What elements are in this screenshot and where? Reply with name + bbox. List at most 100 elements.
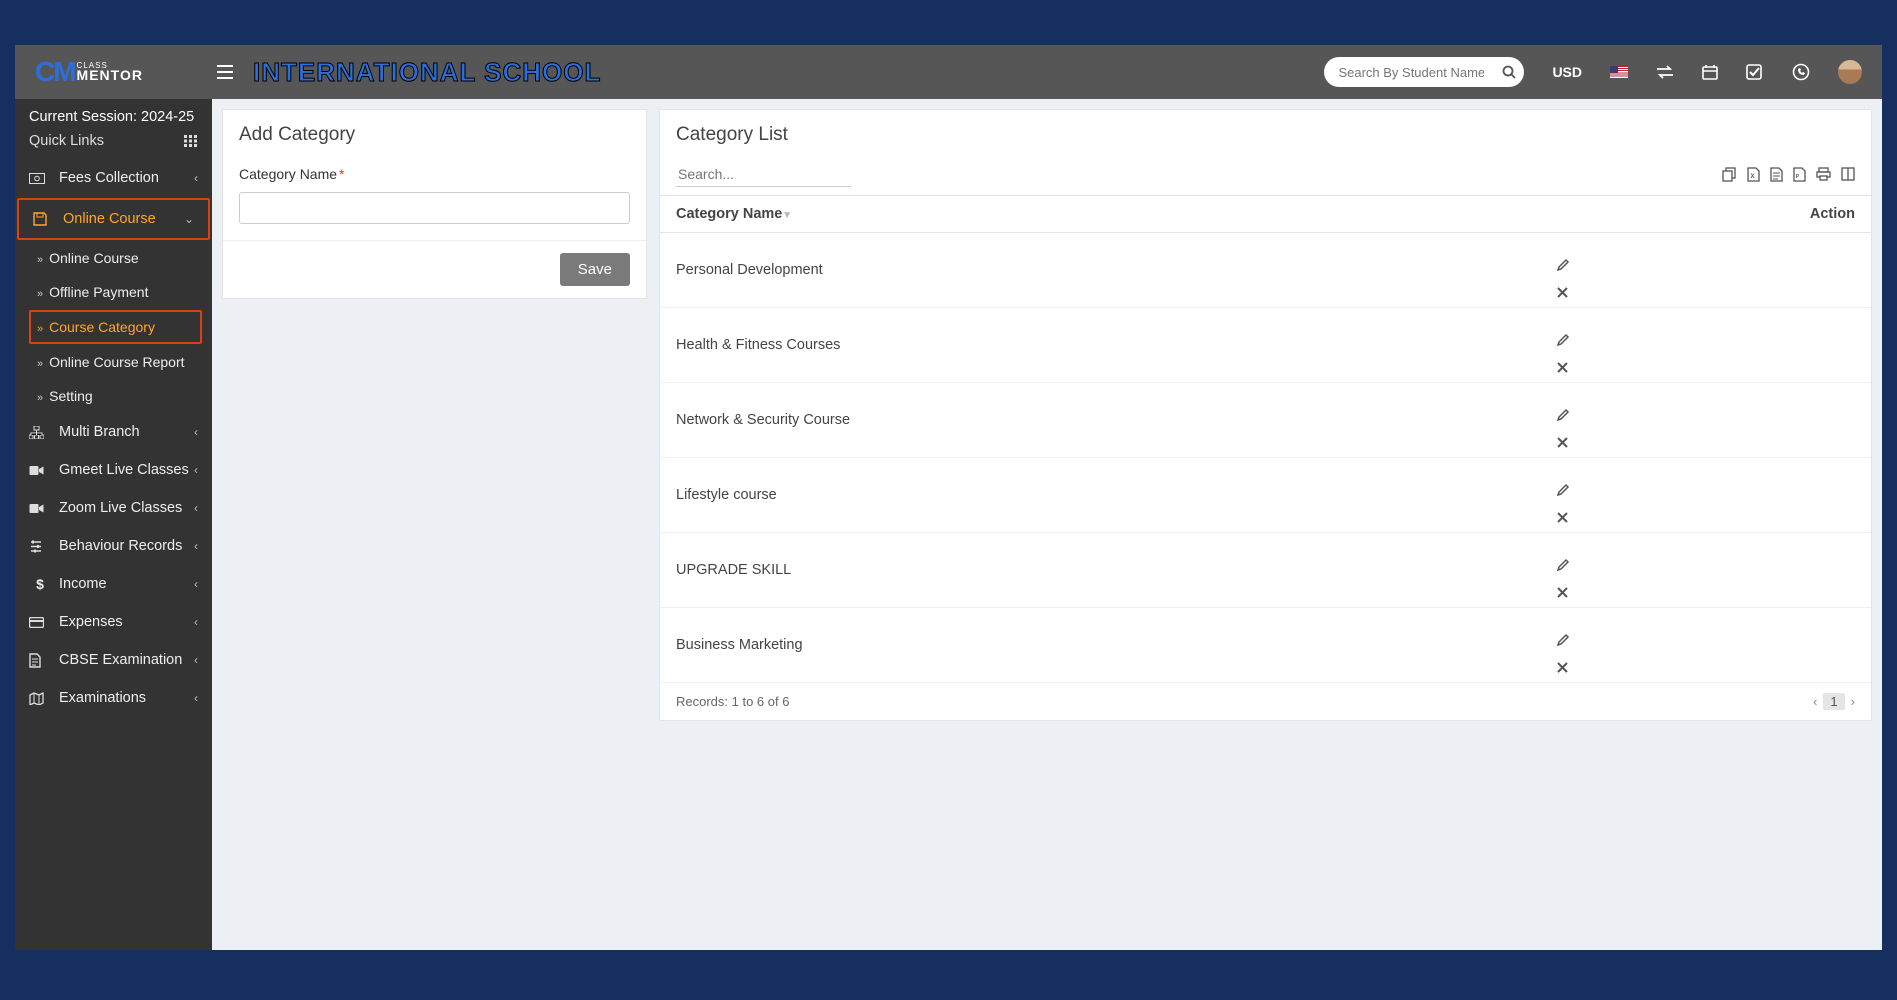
page-next[interactable]: › [1851,694,1855,709]
chevron-left-icon: ‹ [194,653,198,667]
cell-actions [1541,458,1871,533]
school-title: INTERNATIONAL SCHOOL [253,57,601,88]
page-prev[interactable]: ‹ [1813,694,1817,709]
nav-sub-setting[interactable]: »Setting [15,379,212,413]
delete-icon[interactable] [1557,437,1855,448]
nav-label: Online Course [63,211,156,227]
nav-sub-course-category[interactable]: »Course Category [29,310,202,344]
card-icon [29,617,51,628]
chevron-left-icon: ‹ [194,539,198,553]
chevron-down-icon: ⌄ [184,212,194,226]
nav-cbse-exam[interactable]: CBSE Examination ‹ [15,641,212,679]
menu-toggle-icon[interactable] [217,65,233,79]
cell-category-name: Personal Development [660,233,1541,308]
edit-icon[interactable] [1557,258,1855,271]
nav-behaviour-records[interactable]: Behaviour Records ‹ [15,527,212,565]
panel-title: Add Category [223,110,646,156]
nav-label: Gmeet Live Classes [59,462,189,478]
edit-icon[interactable] [1557,558,1855,571]
map-icon [29,692,51,705]
swap-icon[interactable] [1656,65,1674,79]
logo[interactable]: CM CLASSMENTOR [15,45,212,99]
sitemap-icon [29,426,51,439]
pagination: ‹ 1 › [1813,693,1855,710]
user-avatar[interactable] [1838,60,1862,84]
edit-icon[interactable] [1557,408,1855,421]
export-excel-icon[interactable]: X [1747,167,1760,182]
chevron-left-icon: ‹ [194,691,198,705]
nav-label: Examinations [59,690,146,706]
floppy-icon [33,212,55,226]
student-search [1324,57,1524,87]
cell-actions [1541,533,1871,608]
chevron-left-icon: ‹ [194,463,198,477]
edit-icon[interactable] [1557,633,1855,646]
nav-sub-online-course[interactable]: »Online Course [15,241,212,275]
nav-online-course[interactable]: Online Course ⌄ [17,198,210,240]
table-row: Lifestyle course [660,458,1871,533]
nav-expenses[interactable]: Expenses ‹ [15,603,212,641]
delete-icon[interactable] [1557,287,1855,298]
quick-links-label[interactable]: Quick Links [29,133,104,149]
nav-multi-branch[interactable]: Multi Branch ‹ [15,413,212,451]
cell-category-name: Network & Security Course [660,383,1541,458]
table-row: Business Marketing [660,608,1871,683]
dollar-icon: $ [29,576,51,592]
student-search-input[interactable] [1324,57,1524,87]
save-button[interactable]: Save [560,253,630,286]
cell-category-name: UPGRADE SKILL [660,533,1541,608]
check-icon[interactable] [1746,64,1764,80]
video-icon [29,503,51,514]
print-icon[interactable] [1816,167,1831,182]
edit-icon[interactable] [1557,333,1855,346]
calendar-icon[interactable] [1702,64,1718,80]
nav-label: Multi Branch [59,424,140,440]
nav-sub-online-course-report[interactable]: »Online Course Report [15,345,212,379]
currency-selector[interactable]: USD [1552,64,1582,80]
nav-zoom-live[interactable]: Zoom Live Classes ‹ [15,489,212,527]
export-csv-icon[interactable] [1770,167,1783,182]
search-icon[interactable] [1502,65,1516,79]
nav-label: Behaviour Records [59,538,182,554]
delete-icon[interactable] [1557,587,1855,598]
col-category-name[interactable]: Category Name▾ [660,196,1541,233]
svg-text:P: P [1796,174,1800,180]
delete-icon[interactable] [1557,512,1855,523]
file-icon [29,653,51,668]
main-content: Add Category Category Name* Save Categor… [212,99,1882,950]
double-chevron-icon: » [37,254,43,266]
delete-icon[interactable] [1557,362,1855,373]
category-name-input[interactable] [239,192,630,224]
nav-gmeet-live[interactable]: Gmeet Live Classes ‹ [15,451,212,489]
export-pdf-icon[interactable]: P [1793,167,1806,182]
page-current[interactable]: 1 [1823,693,1844,710]
nav-sub-offline-payment[interactable]: »Offline Payment [15,275,212,309]
cell-actions [1541,383,1871,458]
grid-icon[interactable] [184,135,198,147]
language-flag-icon[interactable] [1610,66,1628,78]
cell-actions [1541,608,1871,683]
whatsapp-icon[interactable] [1792,63,1810,81]
col-action: Action [1541,196,1871,233]
double-chevron-icon: » [37,323,43,335]
cell-category-name: Health & Fitness Courses [660,308,1541,383]
topbar: CM CLASSMENTOR INTERNATIONAL SCHOOL USD [15,45,1882,99]
delete-icon[interactable] [1557,662,1855,673]
nav-income[interactable]: $ Income ‹ [15,565,212,603]
nav-fees-collection[interactable]: Fees Collection ‹ [15,159,212,197]
sidebar: Current Session: 2024-25 Quick Links Fee… [15,99,212,950]
video-icon [29,465,51,476]
copy-icon[interactable] [1722,167,1737,182]
columns-icon[interactable] [1841,167,1855,182]
category-name-label: Category Name* [239,166,345,182]
table-search-input[interactable] [676,162,851,187]
add-category-panel: Add Category Category Name* Save [222,109,647,299]
cell-actions [1541,308,1871,383]
nav-examinations[interactable]: Examinations ‹ [15,679,212,717]
chevron-left-icon: ‹ [194,171,198,185]
edit-icon[interactable] [1557,483,1855,496]
records-count: Records: 1 to 6 of 6 [676,694,789,709]
sliders-icon [29,540,51,553]
nav-label: Expenses [59,614,123,630]
category-list-panel: Category List X P Category Name▾ Action [659,109,1872,721]
